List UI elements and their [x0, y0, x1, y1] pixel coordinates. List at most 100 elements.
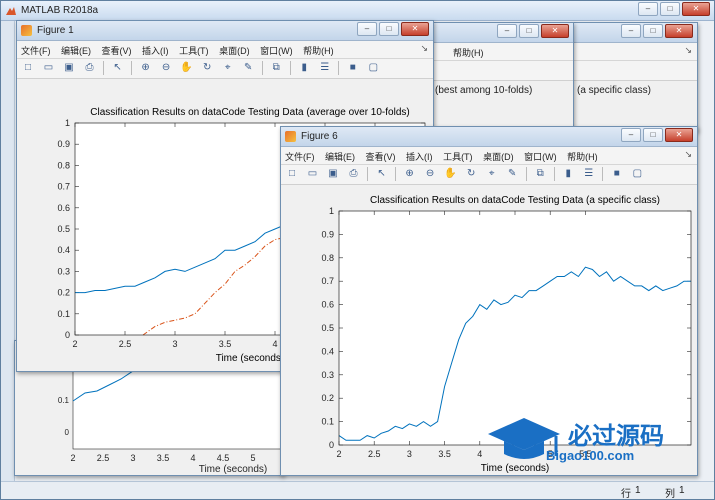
menu-help[interactable]: 帮助(H): [449, 43, 488, 59]
figure-title-bar: Figure 6 – □ ✕: [281, 127, 697, 147]
toolbar-separator: [289, 61, 291, 75]
figure-window-background-middle[interactable]: – □ ✕ 帮助(H) (best among 10-folds): [432, 22, 574, 132]
close-icon[interactable]: ✕: [665, 24, 693, 38]
figure-title: Figure 1: [37, 25, 74, 36]
plot-background: [339, 211, 691, 445]
menu-tools[interactable]: 工具(T): [439, 147, 477, 163]
svg-text:4.5: 4.5: [217, 453, 230, 463]
x-tick-label: 2: [336, 449, 341, 459]
show-plot-icon[interactable]: ▢: [366, 61, 380, 75]
y-tick-label: 1: [65, 118, 70, 128]
show-plot-icon[interactable]: ▢: [630, 167, 644, 181]
menu-edit[interactable]: 编辑(E): [321, 147, 359, 163]
watermark-title: 必过源码: [568, 422, 664, 450]
x-axis-label: Time (seconds): [216, 353, 285, 364]
close-icon[interactable]: ✕: [541, 24, 569, 38]
close-icon[interactable]: ✕: [665, 128, 693, 142]
menu-help[interactable]: 帮助(H): [563, 147, 602, 163]
menu-desktop[interactable]: 桌面(D): [479, 147, 518, 163]
menu-edit[interactable]: 编辑(E): [57, 41, 95, 57]
minimize-icon[interactable]: –: [621, 24, 641, 38]
rotate-icon[interactable]: ↻: [200, 61, 214, 75]
menu-insert[interactable]: 插入(I): [138, 41, 173, 57]
y-tick-label: 0.6: [57, 203, 70, 213]
data-cursor-icon[interactable]: ⌖: [485, 167, 499, 181]
save-icon[interactable]: ▣: [326, 167, 340, 181]
pointer-icon[interactable]: ↖: [111, 61, 125, 75]
pan-icon[interactable]: ✋: [180, 61, 194, 75]
menu-help[interactable]: 帮助(H): [299, 41, 338, 57]
legend-icon[interactable]: ☰: [318, 61, 332, 75]
maximize-icon[interactable]: □: [379, 22, 399, 36]
menu-view[interactable]: 查看(V): [362, 147, 400, 163]
data-cursor-icon[interactable]: ⌖: [221, 61, 235, 75]
minimize-icon[interactable]: –: [357, 22, 377, 36]
maximize-icon[interactable]: □: [643, 24, 663, 38]
svg-text:3.5: 3.5: [157, 453, 170, 463]
figure-icon: [285, 131, 296, 142]
figure-icon: [21, 25, 32, 36]
menu-file[interactable]: 文件(F): [281, 147, 319, 163]
zoom-out-icon[interactable]: ⊖: [159, 61, 173, 75]
x-tick-label: 4: [477, 449, 482, 459]
chart-title: (a specific class): [577, 85, 651, 96]
legend-icon[interactable]: ☰: [582, 167, 596, 181]
new-file-icon[interactable]: □: [21, 61, 35, 75]
menu-file[interactable]: 文件(F): [17, 41, 55, 57]
print-icon[interactable]: ⎙: [83, 61, 97, 75]
col-label: 列: [665, 489, 675, 500]
link-plot-icon[interactable]: ⧉: [533, 167, 547, 181]
toolbar-separator: [103, 61, 105, 75]
menu-window[interactable]: 窗口(W): [520, 147, 561, 163]
brush-icon[interactable]: ✎: [241, 61, 255, 75]
maximize-icon[interactable]: □: [660, 2, 680, 16]
minimize-icon[interactable]: –: [497, 24, 517, 38]
zoom-in-icon[interactable]: ⊕: [139, 61, 153, 75]
figure-window-controls: – □ ✕: [497, 24, 569, 38]
menu-window[interactable]: 窗口(W): [256, 41, 297, 57]
colorbar-icon[interactable]: ▮: [561, 167, 575, 181]
pointer-icon[interactable]: ↖: [375, 167, 389, 181]
zoom-in-icon[interactable]: ⊕: [403, 167, 417, 181]
new-file-icon[interactable]: □: [285, 167, 299, 181]
x-tick-label: 2: [72, 339, 77, 349]
menu-desktop[interactable]: 桌面(D): [215, 41, 254, 57]
y-tick-label: 0.4: [57, 245, 70, 255]
figure-title-bar: – □ ✕: [433, 23, 573, 43]
toolbar-separator: [367, 167, 369, 181]
minimize-icon[interactable]: –: [621, 128, 641, 142]
hide-plot-icon[interactable]: ■: [346, 61, 360, 75]
menu-insert[interactable]: 插入(I): [402, 147, 437, 163]
close-icon[interactable]: ✕: [682, 2, 710, 16]
maximize-icon[interactable]: □: [643, 128, 663, 142]
y-tick-label: 0.9: [57, 139, 70, 149]
minimize-icon[interactable]: –: [638, 2, 658, 16]
watermark: 必过源码 Bigao100.com: [484, 412, 700, 468]
menu-dock-icon[interactable]: ↘: [420, 43, 428, 54]
colorbar-icon[interactable]: ▮: [297, 61, 311, 75]
menu-view[interactable]: 查看(V): [98, 41, 136, 57]
col-value: 1: [679, 485, 685, 496]
figure-menu-bar: 文件(F) 编辑(E) 查看(V) 插入(I) 工具(T) 桌面(D) 窗口(W…: [17, 41, 433, 59]
figure-window-background-right[interactable]: – □ ✕ ↘ (a specific class): [572, 22, 698, 132]
y-tick-label: 0: [65, 330, 70, 340]
menu-dock-icon[interactable]: ↘: [684, 149, 692, 160]
hide-plot-icon[interactable]: ■: [610, 167, 624, 181]
pan-icon[interactable]: ✋: [444, 167, 458, 181]
svg-text:2: 2: [70, 453, 75, 463]
open-icon[interactable]: ▭: [42, 61, 56, 75]
save-icon[interactable]: ▣: [62, 61, 76, 75]
zoom-out-icon[interactable]: ⊖: [423, 167, 437, 181]
y-tick-label: 0.9: [321, 229, 334, 239]
maximize-icon[interactable]: □: [519, 24, 539, 38]
menu-dock-icon[interactable]: ↘: [684, 45, 692, 56]
print-icon[interactable]: ⎙: [347, 167, 361, 181]
open-icon[interactable]: ▭: [306, 167, 320, 181]
close-icon[interactable]: ✕: [401, 22, 429, 36]
figure-toolbar: □ ▭ ▣ ⎙ ↖ ⊕ ⊖ ✋ ↻ ⌖ ✎ ⧉ ▮ ☰ ■ ▢: [281, 165, 697, 185]
link-plot-icon[interactable]: ⧉: [269, 61, 283, 75]
rotate-icon[interactable]: ↻: [464, 167, 478, 181]
y-tick-label: 0.4: [321, 346, 334, 356]
menu-tools[interactable]: 工具(T): [175, 41, 213, 57]
brush-icon[interactable]: ✎: [505, 167, 519, 181]
